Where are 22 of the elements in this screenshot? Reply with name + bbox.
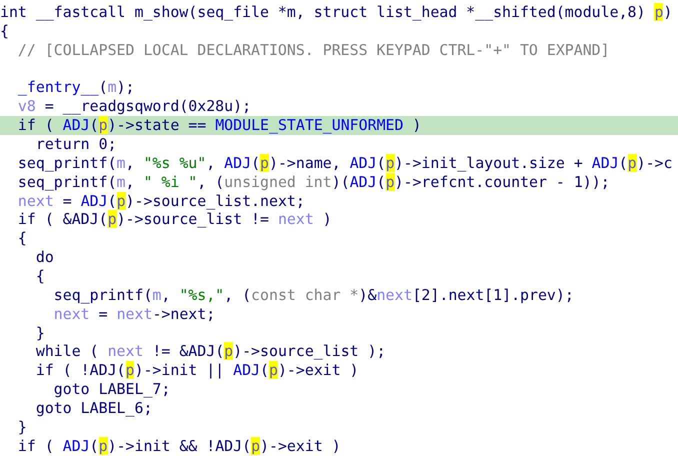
code-line: if ( &ADJ(p)->source_list != next ) [16,210,332,230]
code-line: while ( next != &ADJ(p)->source_list ); [34,342,386,362]
code-line: next = ADJ(p)->source_list.next; [16,192,305,210]
code-line: _fentry__(m); [16,78,134,98]
code-line: next = next->next; [52,304,216,324]
code-line: if ( ADJ(p)->init && !ADJ(p)->exit ) [16,436,341,456]
code-line: } [34,324,45,342]
code-line: if ( !ADJ(p)->init || ADJ(p)->exit ) [34,361,359,380]
code-line: seq_printf(m, " %i ", (unsigned int)(ADJ(p)->refcnt.counter - 1)); [16,172,610,192]
code-line: goto LABEL_6; [34,399,152,418]
code-line: goto LABEL_7; [52,380,170,400]
code-line: } [16,418,27,437]
code-line: return 0; [34,135,117,154]
code-line: { [34,267,45,286]
code-line: seq_printf(m, "%s %u", ADJ(p)->name, ADJ(p)->init_layout.size + ADJ(p)->c [16,154,672,173]
code-line: v8 = __readgsqword(0x28u); [16,97,252,116]
code-line: seq_printf(m, "%s,", (const char *)&next[2].next[1].prev); [52,286,574,305]
code-line: { [16,229,27,248]
code-line: do [34,248,54,268]
code-line: { [0,22,9,41]
code-line: // [COLLAPSED LOCAL DECLARATIONS. PRESS KEYPAD CTRL-"+" TO EXPAND] [16,40,610,60]
code-line: int __fastcall m_show(seq_file *m, struct list_head *__shifted(module,8) p) [0,3,672,22]
